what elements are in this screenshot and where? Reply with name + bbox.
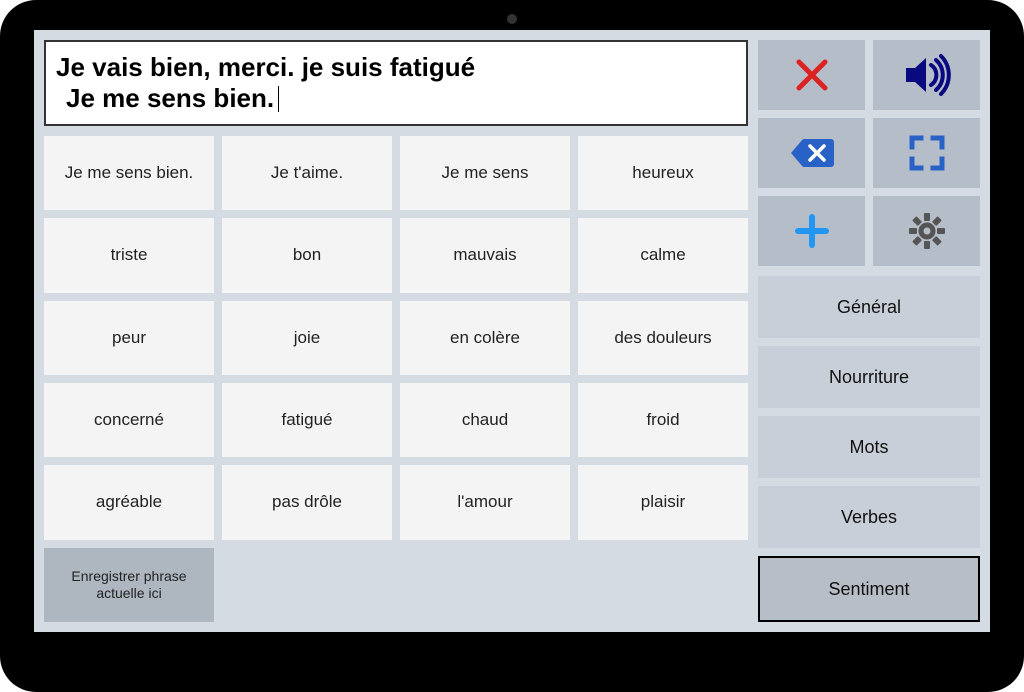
speaker-icon <box>902 53 952 97</box>
empty-cell <box>578 548 748 622</box>
word-cell[interactable]: Je t'aime. <box>222 136 392 210</box>
word-cell[interactable]: calme <box>578 218 748 292</box>
camera-dot <box>507 14 517 24</box>
word-cell[interactable]: pas drôle <box>222 465 392 539</box>
save-phrase-cell[interactable]: Enregistrer phrase actuelle ici <box>44 548 214 622</box>
word-cell[interactable]: concerné <box>44 383 214 457</box>
word-cell[interactable]: joie <box>222 301 392 375</box>
word-cell[interactable]: fatigué <box>222 383 392 457</box>
speak-button[interactable] <box>873 40 980 110</box>
word-cell[interactable]: heureux <box>578 136 748 210</box>
word-cell[interactable]: Je me sens bien. <box>44 136 214 210</box>
word-cell[interactable]: agréable <box>44 465 214 539</box>
word-cell[interactable]: plaisir <box>578 465 748 539</box>
plus-icon <box>792 211 832 251</box>
backspace-icon <box>789 136 835 170</box>
word-cell[interactable]: Je me sens <box>400 136 570 210</box>
category-list: Général Nourriture Mots Verbes Sentiment <box>758 276 980 622</box>
category-button[interactable]: Général <box>758 276 980 338</box>
fullscreen-icon <box>907 133 947 173</box>
empty-cell <box>400 548 570 622</box>
text-cursor <box>278 86 279 112</box>
category-button[interactable]: Nourriture <box>758 346 980 408</box>
word-cell[interactable]: triste <box>44 218 214 292</box>
output-box[interactable]: Je vais bien, merci. je suis fatigué Je … <box>44 40 748 126</box>
output-line-1: Je vais bien, merci. je suis fatigué <box>56 52 736 83</box>
settings-button[interactable] <box>873 196 980 266</box>
output-line-2-text: Je me sens bien. <box>66 83 274 114</box>
word-cell[interactable]: bon <box>222 218 392 292</box>
category-button[interactable]: Sentiment <box>758 556 980 622</box>
clear-button[interactable] <box>758 40 865 110</box>
output-line-2: Je me sens bien. <box>56 83 736 114</box>
backspace-button[interactable] <box>758 118 865 188</box>
word-cell[interactable]: mauvais <box>400 218 570 292</box>
tablet-frame: Je vais bien, merci. je suis fatigué Je … <box>0 0 1024 692</box>
category-button[interactable]: Mots <box>758 416 980 478</box>
category-button[interactable]: Verbes <box>758 486 980 548</box>
side-panel: Général Nourriture Mots Verbes Sentiment <box>758 40 980 622</box>
word-cell[interactable]: froid <box>578 383 748 457</box>
word-cell[interactable]: l'amour <box>400 465 570 539</box>
word-cell[interactable]: chaud <box>400 383 570 457</box>
gear-icon <box>907 211 947 251</box>
empty-cell <box>222 548 392 622</box>
add-button[interactable] <box>758 196 865 266</box>
main-panel: Je vais bien, merci. je suis fatigué Je … <box>44 40 748 622</box>
word-cell[interactable]: peur <box>44 301 214 375</box>
word-cell[interactable]: en colère <box>400 301 570 375</box>
action-buttons <box>758 40 980 266</box>
word-grid: Je me sens bien.Je t'aime.Je me sensheur… <box>44 136 748 622</box>
word-cell[interactable]: des douleurs <box>578 301 748 375</box>
fullscreen-button[interactable] <box>873 118 980 188</box>
clear-icon <box>791 54 833 96</box>
app-screen: Je vais bien, merci. je suis fatigué Je … <box>34 30 990 632</box>
